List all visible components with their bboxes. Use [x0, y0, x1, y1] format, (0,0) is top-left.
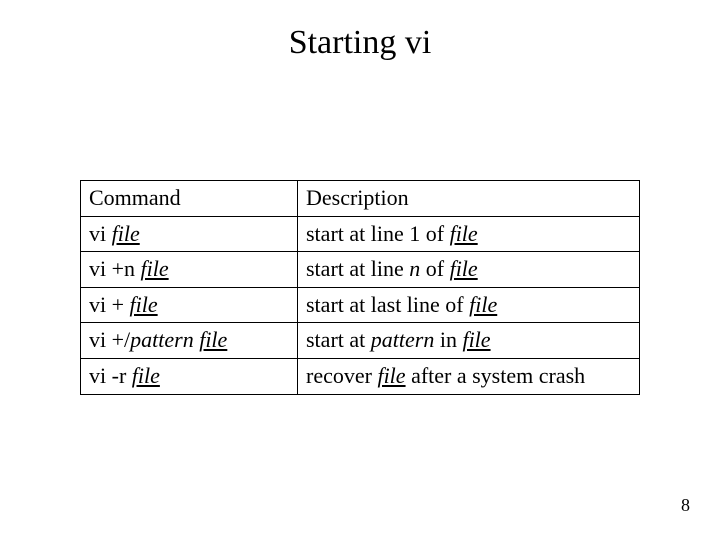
- text-segment: file: [132, 363, 160, 388]
- text-segment: vi +/: [89, 327, 130, 352]
- description-cell: recover file after a system crash: [298, 358, 640, 394]
- command-cell: vi -r file: [81, 358, 298, 394]
- text-segment: start at last line of: [306, 292, 469, 317]
- table-row: vi -r filerecover file after a system cr…: [81, 358, 640, 394]
- text-segment: pattern: [371, 327, 435, 352]
- table-row: vi +n filestart at line n of file: [81, 252, 640, 288]
- description-cell: start at last line of file: [298, 287, 640, 323]
- command-cell: vi + file: [81, 287, 298, 323]
- page-number: 8: [681, 495, 690, 516]
- description-cell: start at line n of file: [298, 252, 640, 288]
- table-header-row: Command Description: [81, 181, 640, 217]
- slide-title: Starting vi: [0, 24, 720, 62]
- text-segment: recover: [306, 363, 377, 388]
- text-segment: start at: [306, 327, 371, 352]
- text-segment: file: [141, 256, 169, 281]
- text-segment: vi -r: [89, 363, 132, 388]
- description-cell: start at line 1 of file: [298, 216, 640, 252]
- text-segment: pattern: [130, 327, 194, 352]
- table-row: vi +/pattern filestart at pattern in fil…: [81, 323, 640, 359]
- command-cell: vi +n file: [81, 252, 298, 288]
- command-cell: vi file: [81, 216, 298, 252]
- command-cell: vi +/pattern file: [81, 323, 298, 359]
- text-segment: file: [199, 327, 227, 352]
- header-description: Description: [298, 181, 640, 217]
- text-segment: of: [420, 256, 449, 281]
- command-table-wrap: Command Description vi filestart at line…: [80, 180, 640, 395]
- text-segment: after a system crash: [406, 363, 586, 388]
- table-row: vi filestart at line 1 of file: [81, 216, 640, 252]
- text-segment: in: [434, 327, 462, 352]
- text-segment: file: [377, 363, 405, 388]
- slide: Starting vi Command Description vi files…: [0, 0, 720, 540]
- text-segment: file: [450, 221, 478, 246]
- text-segment: start at line: [306, 256, 409, 281]
- header-command: Command: [81, 181, 298, 217]
- command-table: Command Description vi filestart at line…: [80, 180, 640, 395]
- text-segment: vi: [89, 221, 112, 246]
- text-segment: start at line 1 of: [306, 221, 450, 246]
- text-segment: file: [462, 327, 490, 352]
- text-segment: file: [130, 292, 158, 317]
- description-cell: start at pattern in file: [298, 323, 640, 359]
- text-segment: file: [450, 256, 478, 281]
- text-segment: file: [112, 221, 140, 246]
- text-segment: n: [409, 256, 420, 281]
- text-segment: vi +n: [89, 256, 141, 281]
- table-row: vi + filestart at last line of file: [81, 287, 640, 323]
- text-segment: file: [469, 292, 497, 317]
- text-segment: vi +: [89, 292, 130, 317]
